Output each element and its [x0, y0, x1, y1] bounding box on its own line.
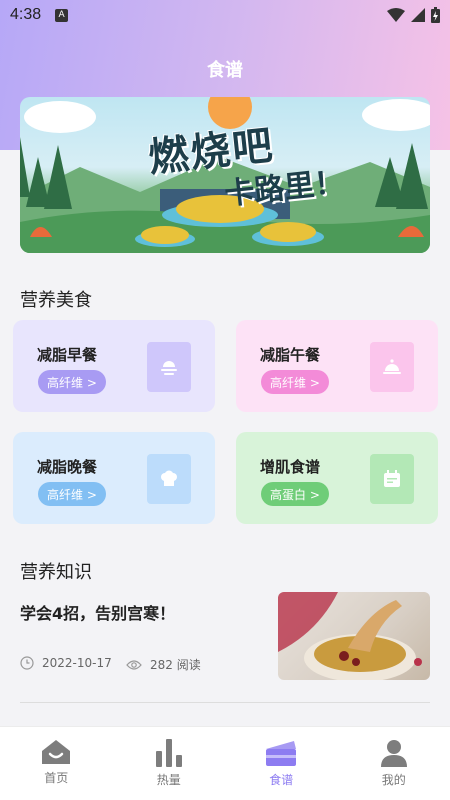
chef-hat-icon [147, 454, 191, 504]
tab-label: 我的 [381, 773, 406, 787]
article-views-text: 282 阅读 [150, 658, 201, 672]
page-title: 食谱 [207, 60, 243, 81]
article-date: 2022-10-17 [20, 656, 112, 670]
tab-home[interactable]: 首页 [0, 727, 113, 800]
card-title: 增肌食谱 [260, 458, 321, 476]
tab-calories[interactable]: 热量 [113, 727, 226, 800]
card-fat-loss-dinner[interactable]: 减脂晚餐 高纤维 > [13, 432, 215, 524]
eye-icon [126, 659, 142, 670]
article-date-text: 2022-10-17 [42, 656, 112, 670]
wifi-icon [387, 8, 405, 22]
card-badge[interactable]: 高蛋白 > [261, 482, 329, 506]
bottom-tab-bar: 首页 热量 食谱 我的 [0, 726, 450, 800]
cake-icon [266, 741, 297, 766]
bar-chart-icon [155, 739, 182, 767]
tab-label: 热量 [156, 773, 181, 787]
card-fat-loss-breakfast[interactable]: 减脂早餐 高纤维 > [13, 320, 215, 412]
calendar-icon [370, 454, 414, 504]
home-icon [42, 740, 71, 764]
notification-a-icon: A [55, 8, 69, 22]
user-icon [380, 740, 407, 767]
tab-label: 食谱 [269, 773, 294, 787]
article-views: 282 阅读 [126, 656, 201, 673]
card-badge[interactable]: 高纤维 > [38, 370, 106, 394]
sunrise-icon [147, 342, 191, 392]
card-title: 减脂晚餐 [37, 458, 98, 476]
tab-recipes[interactable]: 食谱 [225, 727, 338, 800]
section-title-nutrition-food: 营养美食 [20, 290, 92, 311]
card-badge[interactable]: 高纤维 > [38, 482, 106, 506]
card-title: 减脂午餐 [260, 346, 321, 364]
tab-mine[interactable]: 我的 [338, 727, 450, 800]
article-thumbnail [278, 592, 430, 680]
clock-icon [20, 656, 34, 670]
battery-icon [431, 7, 440, 23]
tab-label: 首页 [44, 771, 69, 785]
card-badge[interactable]: 高纤维 > [261, 370, 329, 394]
card-title: 减脂早餐 [37, 346, 98, 364]
divider [20, 702, 430, 703]
banner[interactable]: 燃烧吧 卡路里！ [20, 97, 430, 253]
signal-icon [411, 8, 425, 22]
section-title-nutrition-knowledge: 营养知识 [20, 562, 92, 583]
article-title: 学会4招，告别宫寒！ [20, 604, 176, 623]
card-fat-loss-lunch[interactable]: 减脂午餐 高纤维 > [236, 320, 438, 412]
cloche-icon [370, 342, 414, 392]
status-bar: 4:38 A [0, 0, 450, 30]
status-time: 4:38 [10, 6, 42, 23]
card-muscle-gain-recipes[interactable]: 增肌食谱 高蛋白 > [236, 432, 438, 524]
status-icons [387, 7, 440, 23]
